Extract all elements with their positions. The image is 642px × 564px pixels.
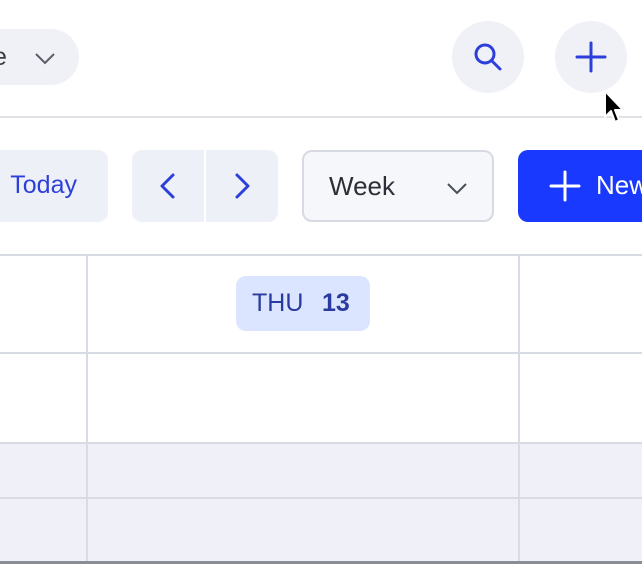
day-header-thu[interactable]: THU 13 bbox=[236, 276, 370, 331]
day-number: 13 bbox=[322, 289, 350, 317]
grid-row-border bbox=[0, 497, 642, 499]
mouse-cursor-icon bbox=[604, 90, 624, 123]
view-select[interactable]: Week bbox=[302, 150, 494, 222]
today-button[interactable]: Today bbox=[0, 150, 108, 222]
new-event-label: New bbox=[596, 170, 642, 200]
chevron-down-icon bbox=[35, 53, 55, 65]
calendar-select-chip[interactable]: e bbox=[0, 29, 79, 85]
today-button-label: Today bbox=[10, 171, 77, 199]
header-divider bbox=[0, 116, 642, 118]
view-select-value: Week bbox=[329, 171, 395, 201]
plus-icon bbox=[549, 170, 581, 202]
search-icon bbox=[474, 43, 502, 71]
date-navigation bbox=[132, 150, 278, 222]
day-of-week: THU bbox=[252, 289, 304, 317]
grid-column-border bbox=[86, 255, 88, 564]
calendar-page: e Today Week bbox=[0, 0, 642, 564]
plus-icon bbox=[575, 41, 607, 73]
grid-row-border bbox=[0, 442, 642, 444]
chevron-right-icon bbox=[235, 173, 250, 199]
grid-header-border bbox=[0, 352, 642, 354]
grid-column-border bbox=[518, 255, 520, 564]
grid-top-border bbox=[0, 254, 642, 256]
search-button[interactable] bbox=[452, 21, 524, 93]
next-button[interactable] bbox=[206, 150, 278, 222]
all-day-row[interactable] bbox=[0, 443, 642, 564]
new-event-button[interactable]: New bbox=[518, 150, 642, 222]
chevron-down-icon bbox=[447, 183, 467, 195]
previous-button[interactable] bbox=[132, 150, 204, 222]
calendar-select-label: e bbox=[0, 43, 7, 72]
chevron-left-icon bbox=[160, 173, 175, 199]
add-button[interactable] bbox=[555, 21, 627, 93]
